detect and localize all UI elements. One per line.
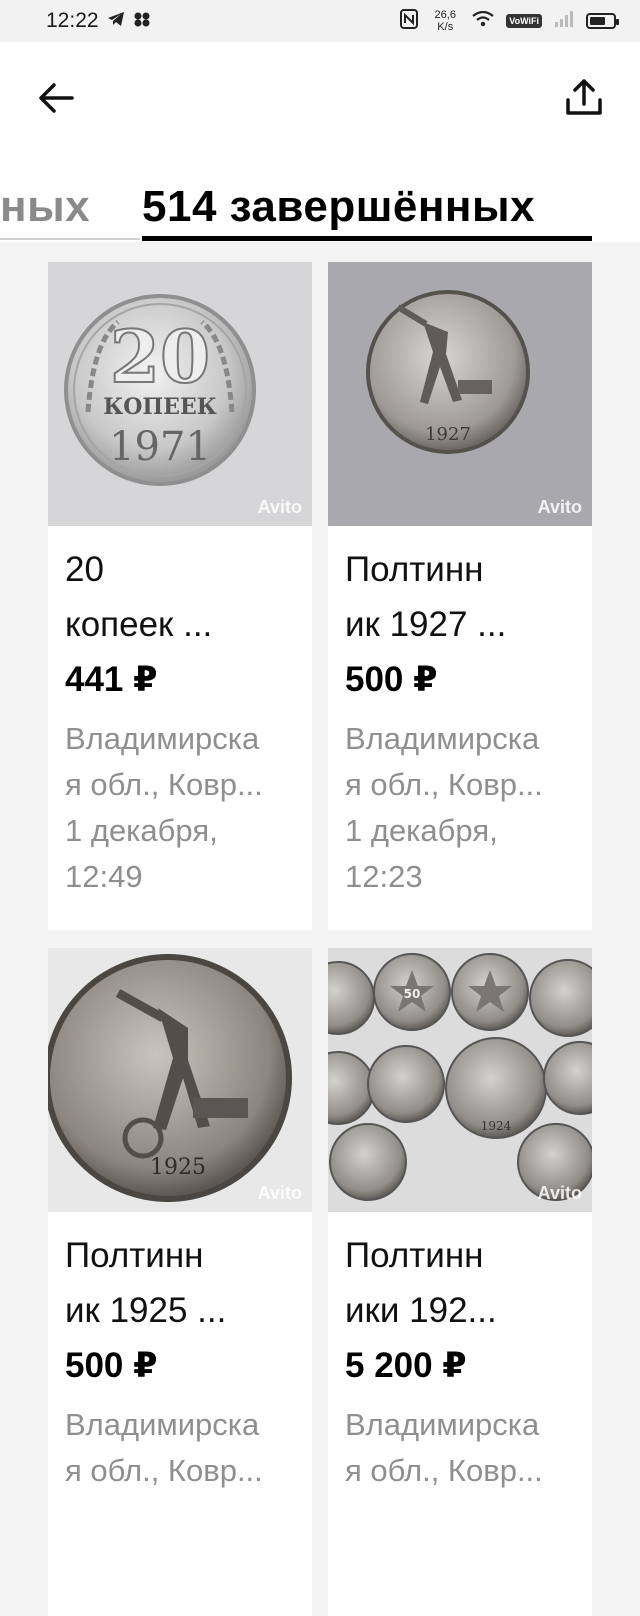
listing-title-line: ик 1927 ... — [345, 605, 507, 644]
listing-title: 20 копеек ... — [65, 542, 294, 652]
listing-title-line: ик 1925 ... — [65, 1291, 227, 1330]
arrow-left-icon — [39, 83, 74, 113]
listing-title: Полтинн ик 1925 ... — [65, 1228, 294, 1338]
listing-title-line: Полтинн — [345, 1236, 484, 1275]
coin-value: 50 — [404, 987, 421, 1001]
avito-watermark: Avito — [257, 497, 302, 517]
listing-title-line: Полтинн — [345, 550, 484, 589]
tab-completed[interactable]: 514 завершённых — [142, 182, 535, 232]
avito-watermark: Avito — [257, 1183, 302, 1203]
listing-card[interactable]: 50 1924 Avito Полтинн ики 192... 5 200 ₽… — [328, 948, 592, 1616]
listing-price: 441 ₽ — [65, 660, 158, 699]
coin-value: 20 — [110, 314, 210, 399]
listing-card[interactable]: 20 КОПЕЕК 1971 Avito 20 копеек ... 441 ₽… — [48, 262, 312, 930]
location-line: я обл., Ковр... — [65, 1453, 263, 1488]
listing-date: 1 декабря, 12:49 — [65, 808, 294, 900]
network-speed: 26,6 K/s — [434, 9, 456, 33]
listing-date: 1 декабря, 12:23 — [345, 808, 574, 900]
coin-year: 1927 — [425, 424, 471, 445]
date-line: 1 декабря, — [345, 813, 498, 848]
avito-watermark: Avito — [537, 497, 582, 517]
listing-price: 5 200 ₽ — [345, 1346, 467, 1385]
location-line: я обл., Ковр... — [345, 1453, 543, 1488]
app-header: ных 514 завершённых — [0, 42, 640, 242]
listing-image: 1925 Avito — [48, 948, 312, 1212]
listing-title-line: копеек ... — [65, 605, 213, 644]
tab-divider — [0, 238, 140, 240]
status-time: 12:22 — [46, 9, 99, 32]
listing-image: 20 КОПЕЕК 1971 Avito — [48, 262, 312, 526]
telegram-icon — [107, 9, 125, 33]
listing-location: Владимирска я обл., Ковр... — [345, 1402, 574, 1494]
date-line: 12:49 — [65, 859, 143, 894]
signal-icon — [554, 10, 574, 32]
listing-title-line: ики 192... — [345, 1291, 497, 1330]
battery-icon — [586, 13, 619, 29]
share-icon — [566, 79, 602, 115]
listing-location: Владимирска я обл., Ковр... — [65, 716, 294, 808]
listing-price: 500 ₽ — [345, 660, 438, 699]
location-line: Владимирска — [345, 721, 540, 756]
coin-word: КОПЕЕК — [103, 394, 217, 420]
nfc-icon — [400, 8, 419, 34]
listing-location: Владимирска я обл., Ковр... — [65, 1402, 294, 1494]
tab-active-indicator — [142, 236, 592, 241]
listing-card[interactable]: 1925 Avito Полтинн ик 1925 ... 500 ₽ Вла… — [48, 948, 312, 1616]
listing-title: Полтинн ики 192... — [345, 1228, 574, 1338]
avito-watermark: Avito — [537, 1183, 582, 1203]
share-button[interactable] — [560, 74, 608, 122]
location-line: я обл., Ковр... — [65, 767, 263, 802]
location-line: я обл., Ковр... — [345, 767, 543, 802]
status-bar: 12:22 26,6 K/s VoWiFi — [0, 0, 640, 42]
listing-grid: 20 КОПЕЕК 1971 Avito 20 копеек ... 441 ₽… — [48, 262, 592, 1616]
location-line: Владимирска — [65, 1407, 260, 1442]
listing-image: 50 1924 Avito — [328, 948, 592, 1212]
listing-title-line: 20 — [65, 550, 104, 589]
listing-image: 1927 Avito — [328, 262, 592, 526]
coin-year: 1924 — [481, 1119, 512, 1133]
location-line: Владимирска — [345, 1407, 540, 1442]
wifi-icon — [472, 10, 494, 32]
listing-title: Полтинн ик 1927 ... — [345, 542, 574, 652]
coin-year: 1925 — [150, 1155, 206, 1180]
listing-location: Владимирска я обл., Ковр... — [345, 716, 574, 808]
listing-price: 500 ₽ — [65, 1346, 158, 1385]
listing-title-line: Полтинн — [65, 1236, 204, 1275]
date-line: 12:23 — [345, 859, 423, 894]
tab-active-listings[interactable]: ных — [0, 182, 100, 238]
back-button[interactable] — [34, 78, 78, 118]
date-line: 1 декабря, — [65, 813, 218, 848]
coin-year: 1971 — [109, 424, 211, 470]
listing-card[interactable]: 1927 Avito Полтинн ик 1927 ... 500 ₽ Вла… — [328, 262, 592, 930]
tabs: ных 514 завершённых — [0, 182, 640, 242]
app-notification-icon — [133, 9, 151, 33]
location-line: Владимирска — [65, 721, 260, 756]
vowifi-badge: VoWiFi — [506, 14, 542, 28]
